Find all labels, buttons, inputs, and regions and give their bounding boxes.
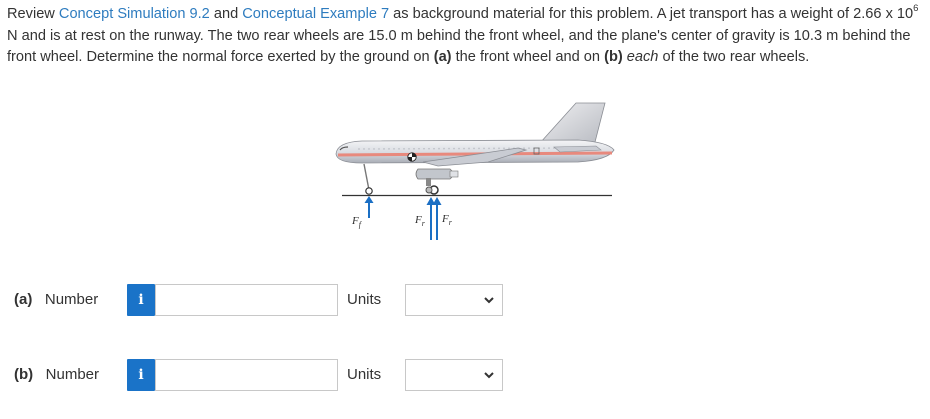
conceptual-example-link[interactable]: Conceptual Example 7 bbox=[242, 6, 389, 22]
info-button-a[interactable]: i bbox=[127, 284, 155, 316]
answer-row-b: (b) Number i Units bbox=[0, 359, 930, 393]
rear-force-label-1: Fr bbox=[414, 214, 426, 228]
front-gear-strut bbox=[363, 163, 370, 191]
front-force-arrow bbox=[364, 196, 374, 218]
problem-intro: Review bbox=[7, 6, 59, 22]
rear-force-arrow-2 bbox=[432, 197, 442, 240]
tail-fin bbox=[539, 102, 606, 147]
answer-row-a: (a) Number i Units bbox=[0, 284, 930, 318]
engine bbox=[415, 168, 454, 180]
units-label-a: Units bbox=[347, 291, 382, 308]
info-button-b[interactable]: i bbox=[127, 359, 155, 391]
problem-statement: Review Concept Simulation 9.2 and Concep… bbox=[7, 3, 919, 65]
jet-diagram: Ff Fr Fr bbox=[328, 98, 616, 248]
each-emphasis: each bbox=[626, 49, 659, 65]
answer-label-a: (a) Number bbox=[14, 291, 99, 308]
front-force-label: Ff bbox=[351, 215, 363, 229]
units-select-a[interactable] bbox=[405, 284, 503, 316]
exponent: 6 bbox=[913, 3, 919, 15]
number-input-a[interactable] bbox=[155, 284, 338, 316]
answer-label-b: (b) Number bbox=[14, 366, 100, 383]
rear-force-label-2: Fr bbox=[441, 213, 453, 227]
jet-illustration: Ff Fr Fr bbox=[335, 102, 615, 240]
chevron-down-icon bbox=[484, 297, 494, 304]
units-label-b: Units bbox=[347, 366, 382, 383]
number-input-b[interactable] bbox=[155, 359, 338, 391]
concept-simulation-link[interactable]: Concept Simulation 9.2 bbox=[59, 6, 210, 22]
units-select-b[interactable] bbox=[405, 359, 503, 391]
part-b-marker: (b) bbox=[604, 49, 623, 65]
chevron-down-icon bbox=[484, 372, 494, 379]
part-a-marker: (a) bbox=[433, 49, 452, 65]
center-of-gravity-icon bbox=[407, 152, 417, 162]
front-wheel bbox=[365, 187, 373, 195]
